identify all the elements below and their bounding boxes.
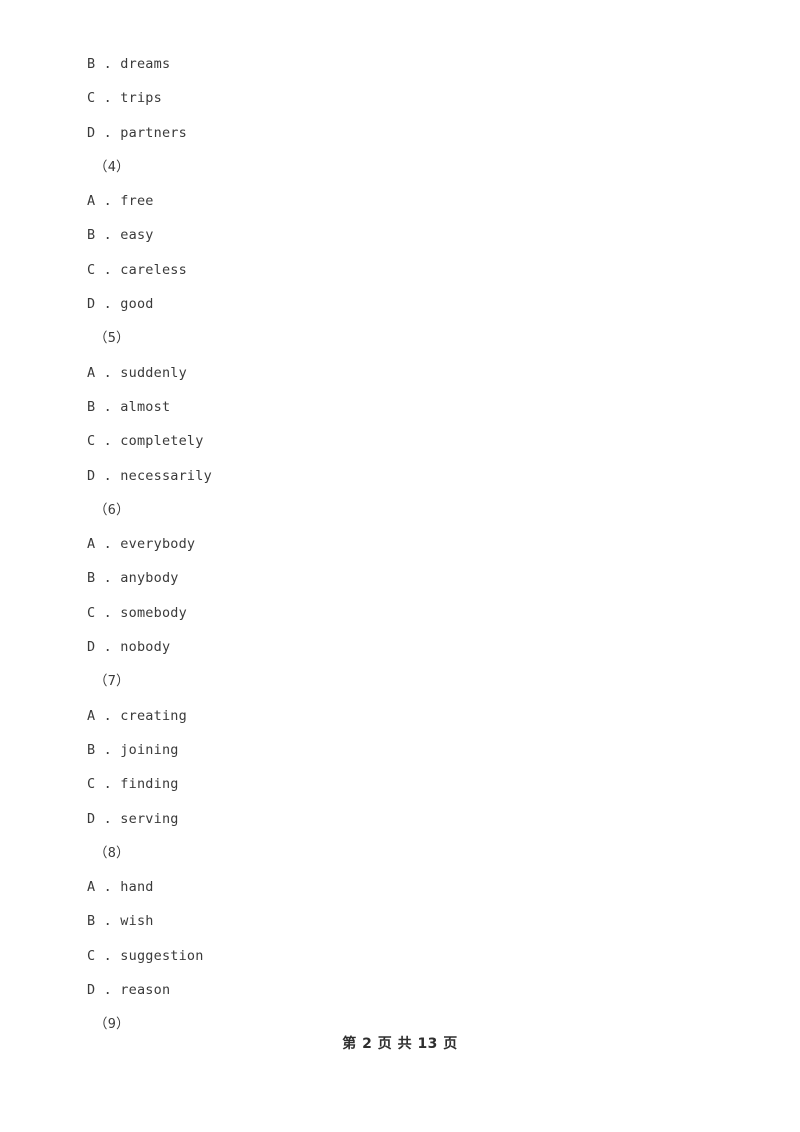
answer-option: A . everybody	[87, 536, 196, 553]
answer-option: B . anybody	[87, 570, 179, 587]
answer-option: A . creating	[87, 707, 187, 724]
question-options-list: B . dreams C . trips D . partners （4） A . fr…	[87, 47, 727, 1042]
document-page: B . dreams C . trips D . partners （4） A . fr…	[0, 0, 800, 1132]
question-number-marker: （5）	[94, 330, 130, 347]
answer-option: B . joining	[87, 741, 179, 758]
question-number-marker: （6）	[94, 501, 130, 518]
answer-option: B . dreams	[87, 56, 171, 72]
answer-option: B . wish	[87, 913, 154, 930]
answer-option: D . nobody	[87, 639, 171, 656]
answer-option: B . almost	[87, 398, 171, 415]
answer-option: D . partners	[87, 124, 187, 141]
answer-option: D . necessarily	[87, 467, 212, 484]
page-footer: 第 2 页 共 13 页	[342, 1036, 458, 1052]
question-number-marker: （4）	[94, 158, 130, 175]
answer-option: D . serving	[87, 810, 179, 827]
answer-option: A . free	[87, 193, 154, 210]
answer-option: C . careless	[87, 261, 187, 278]
answer-option: C . somebody	[87, 604, 187, 621]
answer-option: B . easy	[87, 227, 154, 244]
answer-option: D . good	[87, 296, 154, 313]
answer-option: C . finding	[87, 776, 179, 793]
question-number-marker: （7）	[94, 673, 130, 690]
answer-option: C . suggestion	[87, 947, 204, 964]
answer-option: D . reason	[87, 982, 171, 999]
answer-option: C . completely	[87, 433, 204, 450]
question-number-marker: （8）	[94, 844, 130, 861]
answer-option: A . suddenly	[87, 364, 187, 381]
answer-option: A . hand	[87, 879, 154, 896]
answer-option: C . trips	[87, 90, 162, 107]
